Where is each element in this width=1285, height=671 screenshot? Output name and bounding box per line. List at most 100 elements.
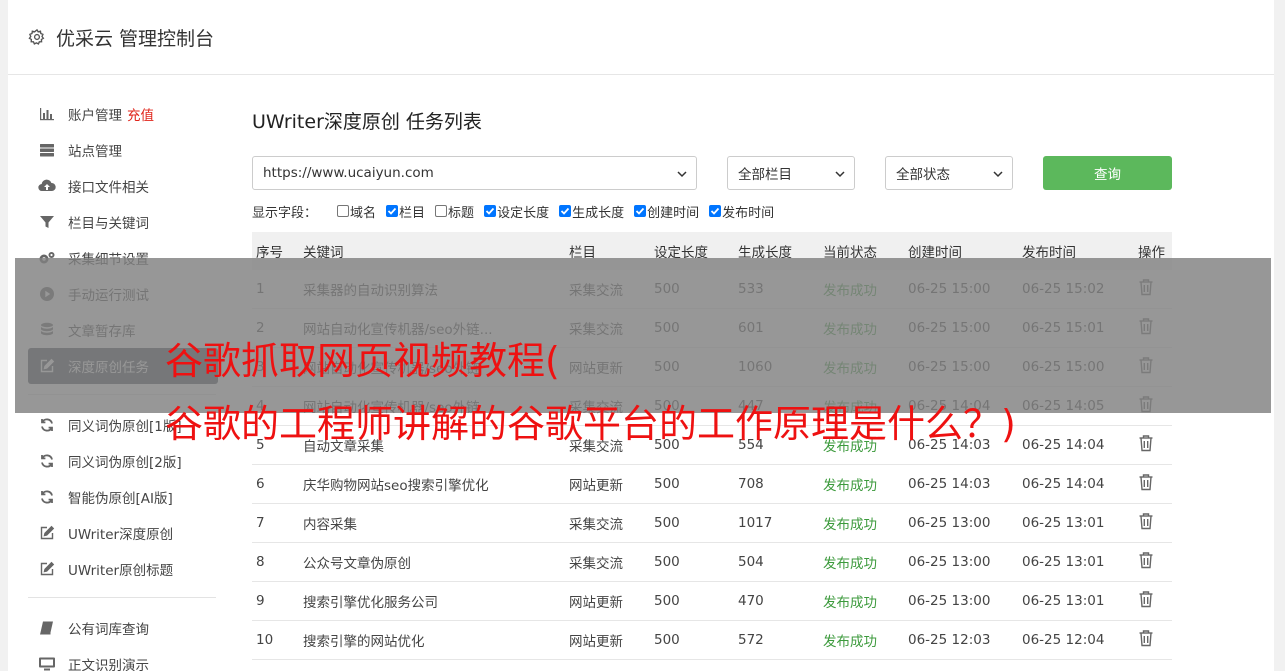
field-checkbox[interactable]: 域名 [337, 202, 376, 221]
field-checkbox-label: 栏目 [399, 205, 426, 221]
cell-keyword: 搜索引擎优化服务公司 [303, 595, 438, 611]
checkbox-checked-icon[interactable] [386, 205, 399, 217]
cloud-upload-icon [38, 177, 56, 195]
checkbox-unchecked-icon[interactable] [337, 205, 350, 217]
sidebar-item-group2-2[interactable]: 智能伪原创[AI版] [28, 479, 218, 515]
trash-icon[interactable] [1138, 551, 1154, 569]
field-checkbox-label: 创建时间 [647, 205, 700, 221]
sidebar-item-label: 接口文件相关 [68, 180, 149, 196]
checkbox-checked-icon[interactable] [484, 205, 497, 217]
recharge-link[interactable]: 充值 [127, 104, 154, 124]
cell-published: 06-25 14:04 [1022, 437, 1105, 453]
sidebar-item-group3-0[interactable]: 公有词库查询 [28, 610, 218, 646]
cell-index: 7 [256, 515, 265, 531]
cell-index: 9 [256, 593, 265, 609]
field-checkbox-label: 生成长度 [572, 205, 625, 221]
sidebar-divider [28, 597, 216, 598]
trash-icon[interactable] [1138, 512, 1154, 530]
table-row: 8 公众号文章伪原创 采集交流 500 504 发布成功 06-25 13:00 06-25 … [252, 543, 1172, 582]
edit-icon [38, 560, 56, 578]
delete-button[interactable] [1138, 590, 1154, 612]
field-checkbox[interactable]: 标题 [435, 202, 474, 221]
watermark-line-1: 谷歌抓取网页视频教程( [165, 339, 560, 383]
delete-button[interactable] [1138, 629, 1154, 651]
trash-icon[interactable] [1138, 473, 1154, 491]
sidebar-item-group1-1[interactable]: 站点管理 [28, 132, 218, 168]
sidebar-item-label: 同义词伪原创[2版] [68, 455, 182, 471]
cell-created: 06-25 13:00 [908, 554, 991, 570]
watermark-overlay [15, 258, 1271, 413]
field-checkbox[interactable]: 设定长度 [484, 202, 549, 221]
cell-created: 06-25 13:00 [908, 593, 991, 609]
edit-icon [38, 524, 56, 542]
cell-created: 06-25 12:03 [908, 632, 991, 648]
field-checkbox[interactable]: 栏目 [386, 202, 425, 221]
trash-icon[interactable] [1138, 629, 1154, 647]
column-select-value: 全部栏目 [738, 167, 792, 183]
display-fields: 显示字段： 域名 栏目 标题 设定长度 生成长度 创建时间 发布时间 [252, 202, 778, 221]
chevron-down-icon [993, 171, 1003, 178]
display-fields-label: 显示字段： [252, 205, 318, 221]
cell-set-length: 500 [654, 632, 680, 648]
cell-index: 10 [256, 632, 274, 648]
header-bar: 优采云 管理控制台 [8, 0, 1274, 75]
site-select-value: https://www.ucaiyun.com [263, 165, 434, 181]
checkbox-checked-icon[interactable] [559, 205, 572, 217]
cell-column: 网站更新 [569, 634, 623, 650]
cell-gen-length: 708 [738, 476, 764, 492]
site-select[interactable]: https://www.ucaiyun.com [252, 156, 697, 190]
checkbox-unchecked-icon[interactable] [435, 205, 448, 217]
cell-column: 网站更新 [569, 478, 623, 494]
delete-button[interactable] [1138, 473, 1154, 495]
cell-set-length: 500 [654, 593, 680, 609]
sidebar-item-group2-4[interactable]: UWriter原创标题 [28, 551, 218, 587]
delete-button[interactable] [1138, 512, 1154, 534]
field-checkbox[interactable]: 生成长度 [559, 202, 624, 221]
cell-set-length: 500 [654, 554, 680, 570]
sidebar-item-group3-1[interactable]: 正文识别演示 [28, 646, 218, 671]
cell-published: 06-25 13:01 [1022, 593, 1105, 609]
cell-keyword: 公众号文章伪原创 [303, 556, 411, 572]
filter-icon [38, 213, 56, 231]
sidebar-item-group1-2[interactable]: 接口文件相关 [28, 168, 218, 204]
status-select-value: 全部状态 [896, 167, 950, 183]
cell-column: 采集交流 [569, 517, 623, 533]
chevron-down-icon [677, 171, 687, 178]
delete-button[interactable] [1138, 551, 1154, 573]
book-icon [38, 619, 56, 637]
column-select[interactable]: 全部栏目 [727, 156, 855, 190]
cell-column: 网站更新 [569, 595, 623, 611]
cell-set-length: 500 [654, 515, 680, 531]
checkbox-checked-icon[interactable] [634, 205, 647, 217]
sidebar-item-label: 账户管理 [68, 108, 122, 124]
field-checkbox-label: 设定长度 [497, 205, 550, 221]
field-checkbox[interactable]: 创建时间 [634, 202, 699, 221]
checkbox-checked-icon[interactable] [709, 205, 722, 217]
sidebar-item-group1-3[interactable]: 栏目与关键词 [28, 204, 218, 240]
watermark-line-2: 谷歌的工程师讲解的谷歌平台的工作原理是什么？) [165, 402, 1016, 446]
sidebar-item-label: 正文识别演示 [68, 658, 149, 671]
cell-status: 发布成功 [823, 634, 877, 650]
sidebar-item-label: UWriter原创标题 [68, 563, 174, 579]
field-checkbox[interactable]: 发布时间 [709, 202, 774, 221]
sidebar-item-label: 栏目与关键词 [68, 216, 149, 232]
status-select[interactable]: 全部状态 [885, 156, 1013, 190]
cell-published: 06-25 12:04 [1022, 632, 1105, 648]
sidebar-item-group2-1[interactable]: 同义词伪原创[2版] [28, 443, 218, 479]
sidebar-item-label: 智能伪原创[AI版] [68, 491, 173, 507]
cell-gen-length: 1017 [738, 515, 773, 531]
trash-icon[interactable] [1138, 590, 1154, 608]
trash-icon[interactable] [1138, 434, 1154, 452]
cell-gen-length: 572 [738, 632, 764, 648]
query-button[interactable]: 查询 [1043, 156, 1172, 190]
delete-button[interactable] [1138, 434, 1154, 456]
gear-icon[interactable] [28, 28, 46, 46]
cell-status: 发布成功 [823, 595, 877, 611]
refresh-icon [38, 488, 56, 506]
sidebar-item-group1-0[interactable]: 账户管理 充值 [28, 96, 218, 132]
sidebar-item-group2-3[interactable]: UWriter深度原创 [28, 515, 218, 551]
cell-status: 发布成功 [823, 478, 877, 494]
bar-chart-icon [38, 105, 56, 123]
cell-created: 06-25 14:03 [908, 476, 991, 492]
cell-index: 6 [256, 476, 265, 492]
